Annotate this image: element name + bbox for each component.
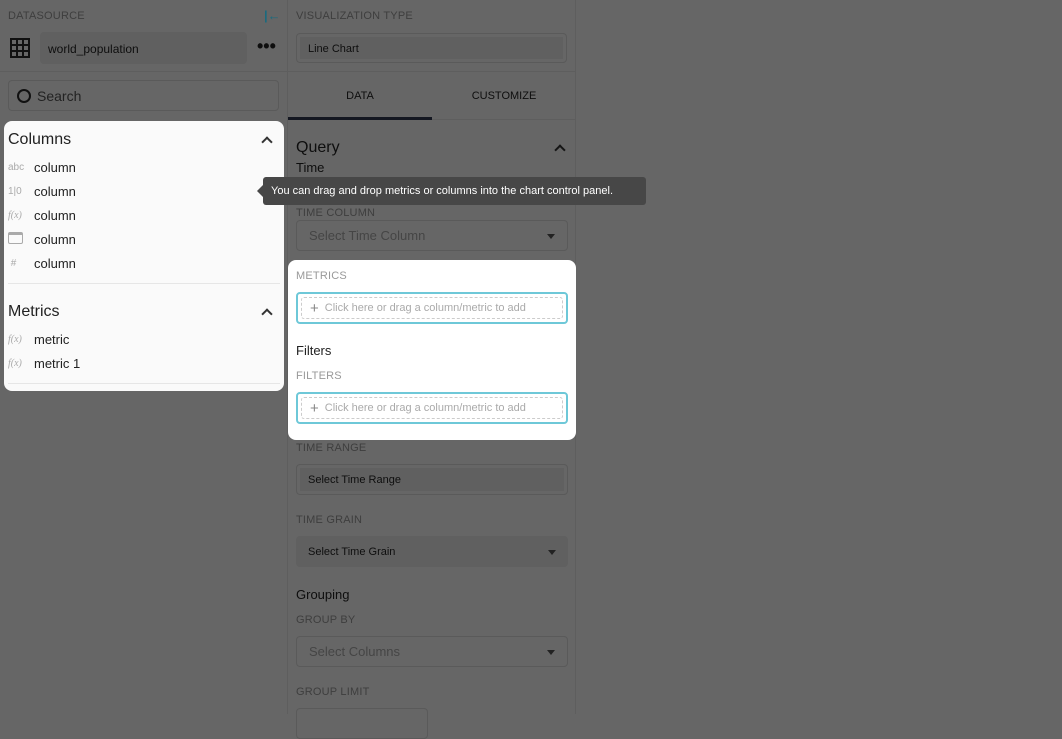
time-column-select[interactable]: Select Time Column [296,220,568,251]
metrics-title: Metrics [8,303,60,320]
group-by-label: GROUP BY [296,614,356,626]
search-icon [17,88,31,103]
time-range-label: TIME RANGE [296,442,367,454]
viz-type-select[interactable]: Line Chart [296,33,567,63]
viz-type-label: VISUALIZATION TYPE [296,10,413,22]
tooltip: You can drag and drop metrics or columns… [257,177,646,205]
datasource-label: DATASOURCE [8,10,85,22]
time-range-select[interactable]: Select Time Range [296,464,568,495]
group-limit-label: GROUP LIMIT [296,686,370,698]
controls-highlight: METRICS + Click here or drag a column/met… [288,260,576,440]
divider [8,383,280,384]
collapse-panel-icon[interactable]: |← [264,8,281,23]
calendar-icon [8,232,28,247]
caret-down-icon [547,233,555,239]
filters-label: FILTERS [296,370,342,382]
time-column-label: TIME COLUMN [296,207,376,219]
filters-drop-area[interactable]: + Click here or drag a column/metric to a… [296,392,568,424]
column-item[interactable]: # column [8,256,76,271]
tab-customize[interactable]: CUSTOMIZE [432,72,576,120]
column-item[interactable]: abc column [8,160,76,175]
dataset-grid-icon [10,38,30,58]
metrics-label: METRICS [296,270,347,282]
chevron-up-icon[interactable] [261,308,273,320]
divider [8,283,280,284]
caret-down-icon [548,549,556,555]
function-icon: f(x) [8,334,22,345]
more-options-icon[interactable]: ••• [257,36,276,57]
columns-title: Columns [8,131,72,148]
grouping-title: Grouping [296,587,350,602]
caret-down-icon [547,649,555,655]
group-limit-input[interactable] [296,708,428,739]
plus-icon: + [310,299,319,317]
metric-item[interactable]: f(x) metric [8,332,69,347]
string-type-icon: abc [8,162,25,173]
group-by-select[interactable]: Select Columns [296,636,568,667]
viz-type-value: Line Chart [300,37,563,59]
column-item[interactable]: 1|0 column [8,184,76,199]
tab-data[interactable]: DATA [288,72,432,120]
time-grain-label: TIME GRAIN [296,514,363,526]
search-input[interactable]: Search [8,80,279,111]
time-section-title: Time [296,160,325,175]
filters-title: Filters [296,343,332,358]
metrics-drop-area[interactable]: + Click here or drag a column/metric to a… [296,292,568,324]
column-item[interactable]: f(x) column [8,208,76,223]
function-icon: f(x) [8,210,22,221]
function-icon: f(x) [8,358,22,369]
search-placeholder: Search [37,87,82,104]
chevron-up-icon[interactable] [554,144,566,156]
numeric-type-icon: # [8,258,17,269]
column-item[interactable]: column [8,232,76,247]
boolean-type-icon: 1|0 [8,186,22,197]
metric-item[interactable]: f(x) metric 1 [8,356,80,371]
query-title: Query [296,139,340,156]
time-grain-select[interactable]: Select Time Grain [296,536,568,567]
dataset-name[interactable]: world_population [40,32,247,64]
time-range-value: Select Time Range [300,468,564,491]
datasource-highlight: Columns abc column 1|0 column f(x) column c… [4,121,284,391]
divider [0,71,287,72]
plus-icon: + [310,399,319,417]
chevron-up-icon[interactable] [261,136,273,148]
